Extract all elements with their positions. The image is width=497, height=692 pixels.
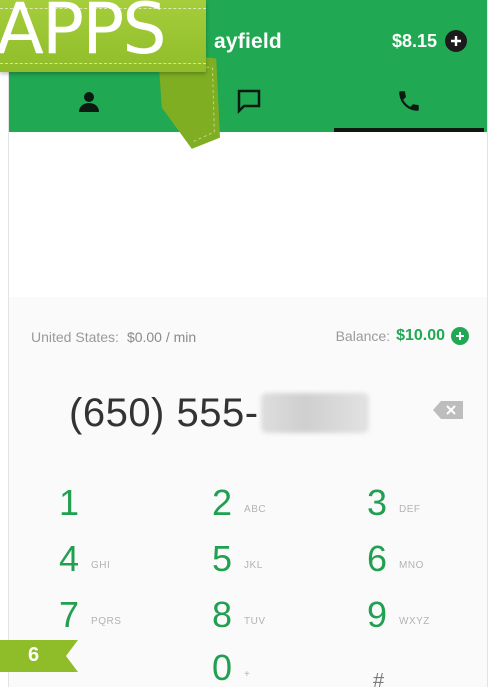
balance: Balance: $10.00 [336, 327, 469, 345]
tab-bar [9, 70, 487, 132]
key-5[interactable]: 5 JKL [212, 521, 362, 577]
phone-icon [399, 91, 419, 111]
key-letters: GHI [91, 560, 111, 571]
key-8[interactable]: 8 TUV [212, 577, 362, 633]
balance-label: Balance: [335, 328, 391, 344]
add-balance-icon[interactable] [451, 327, 469, 345]
key-digit: 0 [212, 647, 233, 688]
key-4[interactable]: 4 GHI [59, 521, 209, 577]
call-rate: United States: $0.00 / min [31, 329, 196, 345]
page-number: 6 [28, 644, 40, 666]
chat-icon [237, 89, 261, 114]
banner-label: APPS [0, 0, 167, 70]
key-letters: PQRS [91, 616, 122, 627]
content-area [9, 132, 487, 298]
dialed-number[interactable]: (650) 555- [69, 389, 369, 437]
tab-phone[interactable] [329, 70, 489, 132]
credit-display[interactable]: $8.15 [392, 30, 467, 52]
redacted-digits [260, 393, 369, 433]
key-3[interactable]: 3 DEF [367, 465, 497, 521]
key-digit: 2 [212, 482, 233, 523]
key-2[interactable]: 2 ABC [212, 465, 362, 521]
tab-contacts[interactable] [9, 70, 169, 132]
key-digit: 9 [367, 594, 388, 635]
key-6[interactable]: 6 MNO [367, 521, 497, 577]
key-letters: + [244, 669, 251, 680]
key-digit: 7 [59, 594, 80, 635]
key-digit: 4 [59, 538, 80, 579]
key-digit: 8 [212, 594, 233, 635]
app-title: ayfield [214, 30, 282, 53]
rate-price: $0.00 / min [126, 329, 197, 345]
key-digit: 3 [367, 482, 388, 523]
key-digit: 6 [367, 538, 388, 579]
key-digit: 1 [59, 482, 80, 523]
key-0[interactable]: 0 + [212, 630, 362, 686]
key-9[interactable]: 9 WXYZ [367, 577, 497, 633]
add-credit-icon[interactable] [445, 30, 467, 52]
rate-country: United States: [31, 329, 119, 345]
phone-screen: ayfield $8.15 United States: $0.00 / min [8, 0, 488, 691]
key-letters: TUV [244, 616, 266, 627]
credit-amount: $8.15 [391, 30, 437, 51]
key-7[interactable]: 7 PQRS [59, 577, 209, 633]
backspace-icon [433, 401, 463, 419]
key-letters: DEF [399, 504, 421, 515]
key-digit: 5 [212, 538, 233, 579]
key-symbol: # [373, 670, 385, 692]
banner-strip: APPS [0, 0, 206, 72]
dialed-number-text: (650) 555- [69, 390, 259, 435]
person-icon [79, 92, 99, 112]
key-letters: ABC [244, 504, 267, 515]
key-letters: MNO [399, 560, 424, 571]
key-1[interactable]: 1 [59, 465, 209, 521]
dialer-panel: United States: $0.00 / min Balance: $10.0… [9, 297, 487, 691]
balance-amount: $10.00 [396, 327, 445, 344]
key-hash[interactable]: # [373, 635, 497, 691]
key-letters: WXYZ [399, 616, 430, 627]
backspace-button[interactable] [433, 401, 463, 424]
key-letters: JKL [244, 560, 263, 571]
